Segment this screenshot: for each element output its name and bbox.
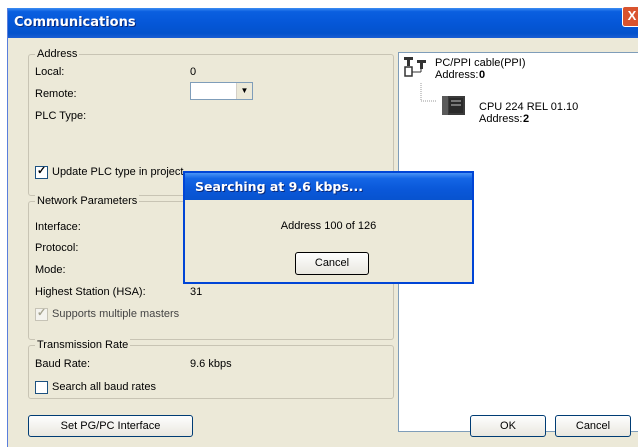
local-label: Local: bbox=[35, 66, 65, 78]
local-value: 0 bbox=[190, 66, 197, 78]
hsa-label: Highest Station (HSA): bbox=[35, 286, 146, 298]
update-plc-checkbox[interactable]: ✓ bbox=[35, 165, 48, 179]
remote-address-select[interactable]: ▼ bbox=[190, 82, 253, 100]
network-group-title: Network Parameters bbox=[35, 195, 140, 208]
remote-label: Remote: bbox=[35, 88, 77, 100]
baud-rate-value: 9.6 kbps bbox=[190, 358, 232, 370]
baud-rate-label: Baud Rate: bbox=[35, 358, 91, 370]
tree-connector bbox=[420, 83, 436, 102]
multiple-masters-checkbox: ✓ bbox=[35, 307, 48, 321]
address-group-title: Address bbox=[35, 48, 80, 61]
cable-address-label: Address: bbox=[435, 69, 479, 81]
checkmark-icon: ✓ bbox=[37, 307, 47, 319]
cancel-button[interactable]: Cancel bbox=[555, 415, 631, 437]
plc-type-label: PLC Type: bbox=[35, 110, 87, 122]
hsa-value: 31 bbox=[190, 286, 203, 298]
search-all-baud-label: Search all baud rates bbox=[52, 381, 156, 393]
search-dialog-title: Searching at 9.6 kbps... bbox=[195, 179, 364, 194]
window-titlebar[interactable]: Communications bbox=[8, 8, 638, 38]
cpu-module-icon[interactable] bbox=[441, 93, 467, 117]
mode-label: Mode: bbox=[35, 264, 66, 276]
ok-button[interactable]: OK bbox=[470, 415, 546, 437]
search-dialog-titlebar[interactable]: Searching at 9.6 kbps... bbox=[185, 173, 472, 200]
chevron-down-icon[interactable]: ▼ bbox=[236, 83, 252, 99]
set-pg-pc-interface-button[interactable]: Set PG/PC Interface bbox=[28, 415, 193, 437]
window-title: Communications bbox=[14, 15, 136, 30]
search-progress-dialog: Searching at 9.6 kbps... Address 100 of … bbox=[183, 171, 474, 284]
close-icon[interactable]: X bbox=[622, 6, 638, 27]
search-progress-text: Address 100 of 126 bbox=[280, 220, 377, 232]
search-all-baud-checkbox[interactable] bbox=[35, 381, 48, 394]
checkmark-icon: ✓ bbox=[37, 165, 47, 177]
pc-ppi-cable-icon[interactable] bbox=[403, 56, 437, 84]
transmission-group-title: Transmission Rate bbox=[35, 339, 131, 352]
interface-label: Interface: bbox=[35, 221, 81, 233]
update-plc-label: Update PLC type in project bbox=[52, 166, 184, 178]
cpu-address-label: Address: bbox=[479, 113, 523, 125]
search-cancel-button[interactable]: Cancel bbox=[295, 252, 369, 275]
cable-address-value: 0 bbox=[479, 69, 486, 81]
protocol-label: Protocol: bbox=[35, 242, 79, 254]
cpu-address-value: 2 bbox=[523, 113, 530, 125]
multiple-masters-label: Supports multiple masters bbox=[52, 308, 180, 320]
